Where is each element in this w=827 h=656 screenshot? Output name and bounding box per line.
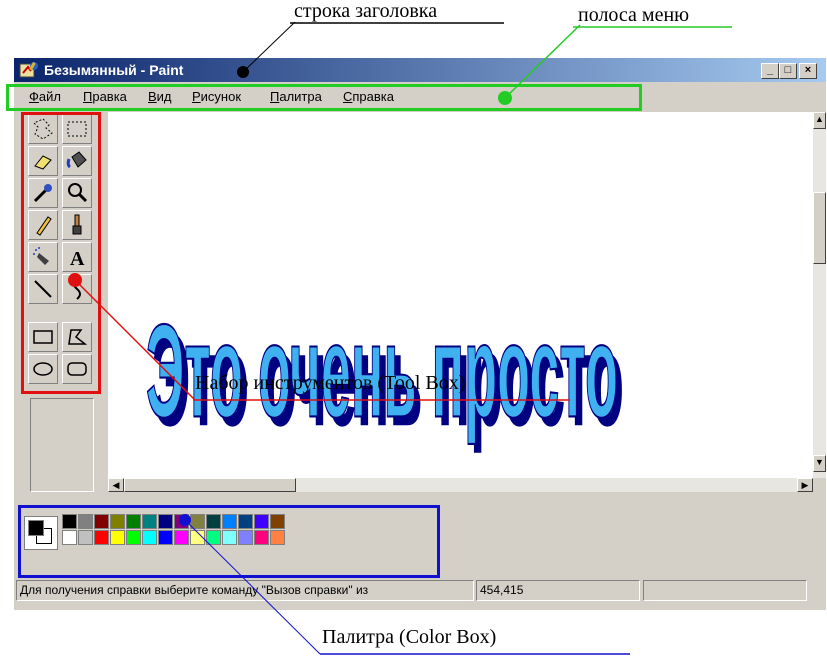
annotation-pointers — [68, 21, 732, 655]
annotation-menu-bar-label: полоса меню — [578, 4, 690, 26]
annotation-toolbox-label: Набор инструментов (Tool Box) — [195, 372, 466, 394]
annotation-palette-label: Палитра (Color Box) — [322, 626, 497, 648]
annotation-title-bar-label: строка заголовка — [294, 0, 438, 22]
